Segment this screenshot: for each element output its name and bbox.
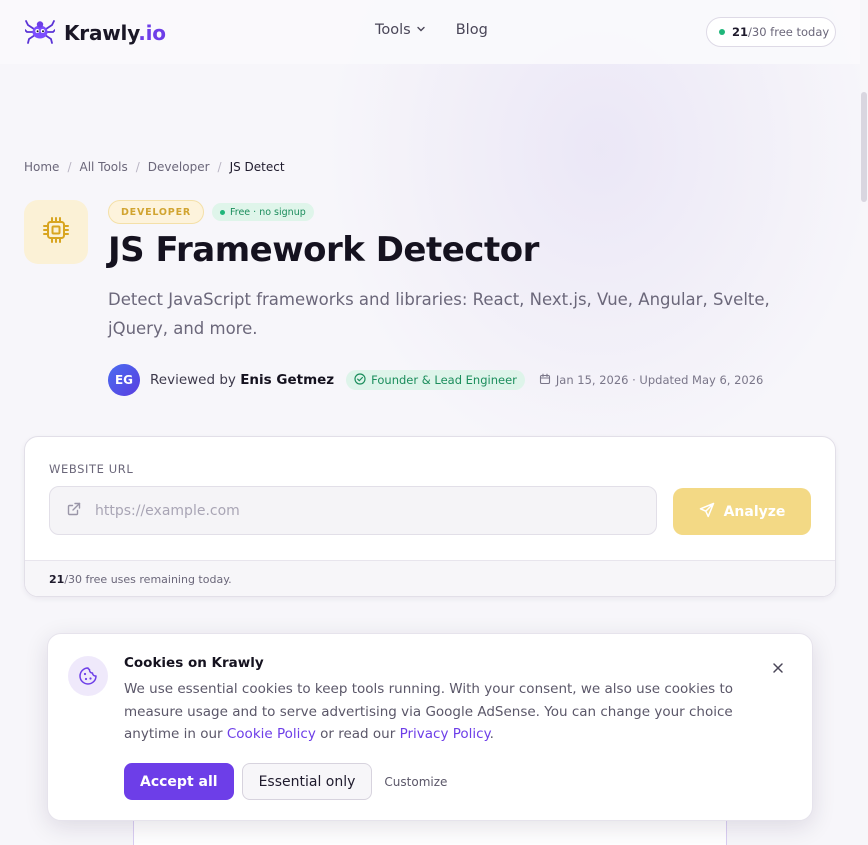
review-dates: Jan 15, 2026 · Updated May 6, 2026 <box>539 373 763 388</box>
page-subtitle: Detect JavaScript frameworks and librari… <box>108 290 770 338</box>
privacy-policy-link[interactable]: Privacy Policy <box>400 726 490 742</box>
analyze-button[interactable]: Analyze <box>673 488 811 535</box>
avatar: EG <box>108 364 140 396</box>
send-icon <box>699 502 715 522</box>
breadcrumb: Home / All Tools / Developer / JS Detect <box>24 160 285 174</box>
tool-icon-tile <box>24 200 88 264</box>
status-dot <box>219 209 225 215</box>
logo-text: Krawly.io <box>64 21 166 45</box>
cookie-icon <box>68 656 108 696</box>
reviewer-row: EG Reviewed by Enis Getmez Founder & Lea… <box>108 364 763 396</box>
cookie-policy-link[interactable]: Cookie Policy <box>227 726 316 742</box>
hero-badges: DEVELOPER Free · no signup <box>108 200 314 224</box>
nav-blog[interactable]: Blog <box>456 22 488 38</box>
calendar-icon <box>539 373 551 388</box>
nav-tools[interactable]: Tools <box>375 22 426 38</box>
cookie-text: We use essential cookies to keep tools r… <box>124 681 734 742</box>
quota-pill: 21/30 free today <box>706 17 836 47</box>
breadcrumb-current: JS Detect <box>229 160 285 174</box>
url-input-wrapper[interactable] <box>49 486 657 535</box>
check-circle-icon <box>354 372 366 388</box>
status-dot <box>719 29 725 35</box>
cookie-banner: Cookies on Krawly We use essential cooki… <box>47 633 813 821</box>
category-badge[interactable]: DEVELOPER <box>108 200 204 224</box>
usage-footer: 21/30 free uses remaining today. <box>25 560 835 596</box>
close-icon[interactable] <box>768 658 788 678</box>
tool-card: WEBSITE URL Analyze 21/30 free uses rema… <box>24 436 836 597</box>
customize-button[interactable]: Customize <box>384 775 447 789</box>
free-badge: Free · no signup <box>211 203 314 221</box>
logo[interactable]: Krawly.io <box>24 17 166 49</box>
breadcrumb-home[interactable]: Home <box>24 160 59 174</box>
essential-only-button[interactable]: Essential only <box>241 763 373 800</box>
cookie-title: Cookies on Krawly <box>124 655 264 671</box>
reviewer-text: Reviewed by Enis Getmez <box>150 372 335 388</box>
external-link-icon <box>66 501 82 521</box>
top-header: Krawly.io Tools Blog 21/30 free today <box>0 0 860 64</box>
scrollbar[interactable] <box>860 0 868 845</box>
chip-icon <box>42 216 70 248</box>
main-nav: Tools Blog <box>375 22 488 38</box>
url-label: WEBSITE URL <box>49 462 134 476</box>
url-input[interactable] <box>95 502 595 519</box>
cookie-actions: Accept all Essential only Customize <box>124 763 447 800</box>
breadcrumb-developer[interactable]: Developer <box>148 160 210 174</box>
scrollbar-thumb[interactable] <box>861 92 867 202</box>
role-badge: Founder & Lead Engineer <box>346 370 525 390</box>
page-title: JS Framework Detector <box>108 230 539 270</box>
spider-icon <box>24 17 56 49</box>
chevron-down-icon <box>416 22 426 38</box>
breadcrumb-all-tools[interactable]: All Tools <box>79 160 127 174</box>
accept-all-button[interactable]: Accept all <box>124 763 234 800</box>
